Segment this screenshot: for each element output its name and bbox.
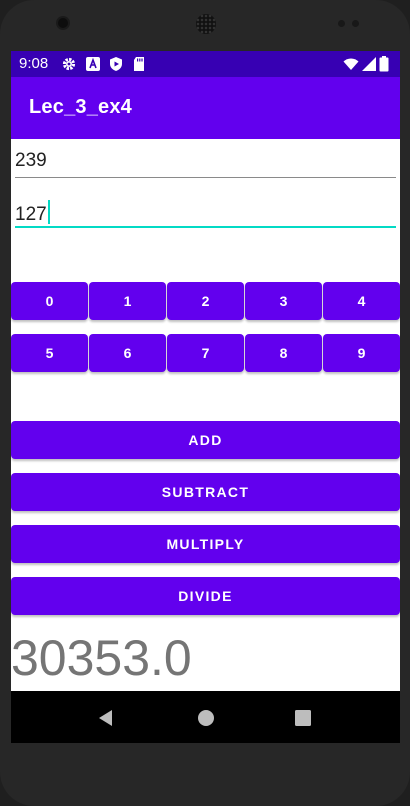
divide-button[interactable]: DIVIDE <box>11 577 400 615</box>
home-icon[interactable] <box>195 707 217 729</box>
text-cursor <box>47 200 50 224</box>
wifi-icon <box>343 58 359 70</box>
light-sensor <box>352 20 359 27</box>
proximity-sensor <box>338 20 345 27</box>
a-icon <box>86 57 100 71</box>
status-time: 9:08 <box>19 55 49 72</box>
digit-button-9[interactable]: 9 <box>323 334 400 372</box>
digit-row-2: 5 6 7 8 9 <box>11 334 400 372</box>
first-number-value: 239 <box>15 150 47 171</box>
first-number-input[interactable]: 239 <box>15 144 396 178</box>
app-title: Lec_3_ex4 <box>29 96 133 118</box>
recents-icon[interactable] <box>292 707 314 729</box>
app-bar: Lec_3_ex4 <box>11 77 400 139</box>
back-icon[interactable] <box>95 707 117 729</box>
subtract-button[interactable]: SUBTRACT <box>11 473 400 511</box>
add-button[interactable]: ADD <box>11 421 400 459</box>
digit-button-0[interactable]: 0 <box>11 282 88 320</box>
shield-icon <box>110 57 122 71</box>
second-number-input[interactable]: 127 <box>15 194 396 228</box>
earpiece-speaker <box>196 14 216 34</box>
multiply-button[interactable]: MULTIPLY <box>11 525 400 563</box>
digit-row-1: 0 1 2 3 4 <box>11 282 400 320</box>
navigation-bar <box>11 691 400 743</box>
phone-frame: 9:08 Lec_3_ex4 239 127 0 1 2 3 4 5 6 7 8… <box>0 0 410 806</box>
second-number-value: 127 <box>15 204 47 225</box>
battery-icon <box>379 56 389 72</box>
digit-button-5[interactable]: 5 <box>11 334 88 372</box>
signal-icon <box>362 57 376 71</box>
digit-button-8[interactable]: 8 <box>245 334 322 372</box>
front-camera <box>58 18 68 28</box>
digit-button-2[interactable]: 2 <box>167 282 244 320</box>
digit-button-4[interactable]: 4 <box>323 282 400 320</box>
device-screen: 9:08 Lec_3_ex4 239 127 0 1 2 3 4 5 6 7 8… <box>11 51 400 743</box>
digit-button-7[interactable]: 7 <box>167 334 244 372</box>
second-number-underline <box>15 226 396 228</box>
digit-button-6[interactable]: 6 <box>89 334 166 372</box>
result-text: 30353.0 <box>11 630 192 686</box>
first-number-underline <box>15 177 396 178</box>
digit-button-3[interactable]: 3 <box>245 282 322 320</box>
settings-icon <box>62 57 76 71</box>
digit-button-1[interactable]: 1 <box>89 282 166 320</box>
status-bar: 9:08 <box>11 51 400 77</box>
sd-card-icon <box>134 57 144 71</box>
